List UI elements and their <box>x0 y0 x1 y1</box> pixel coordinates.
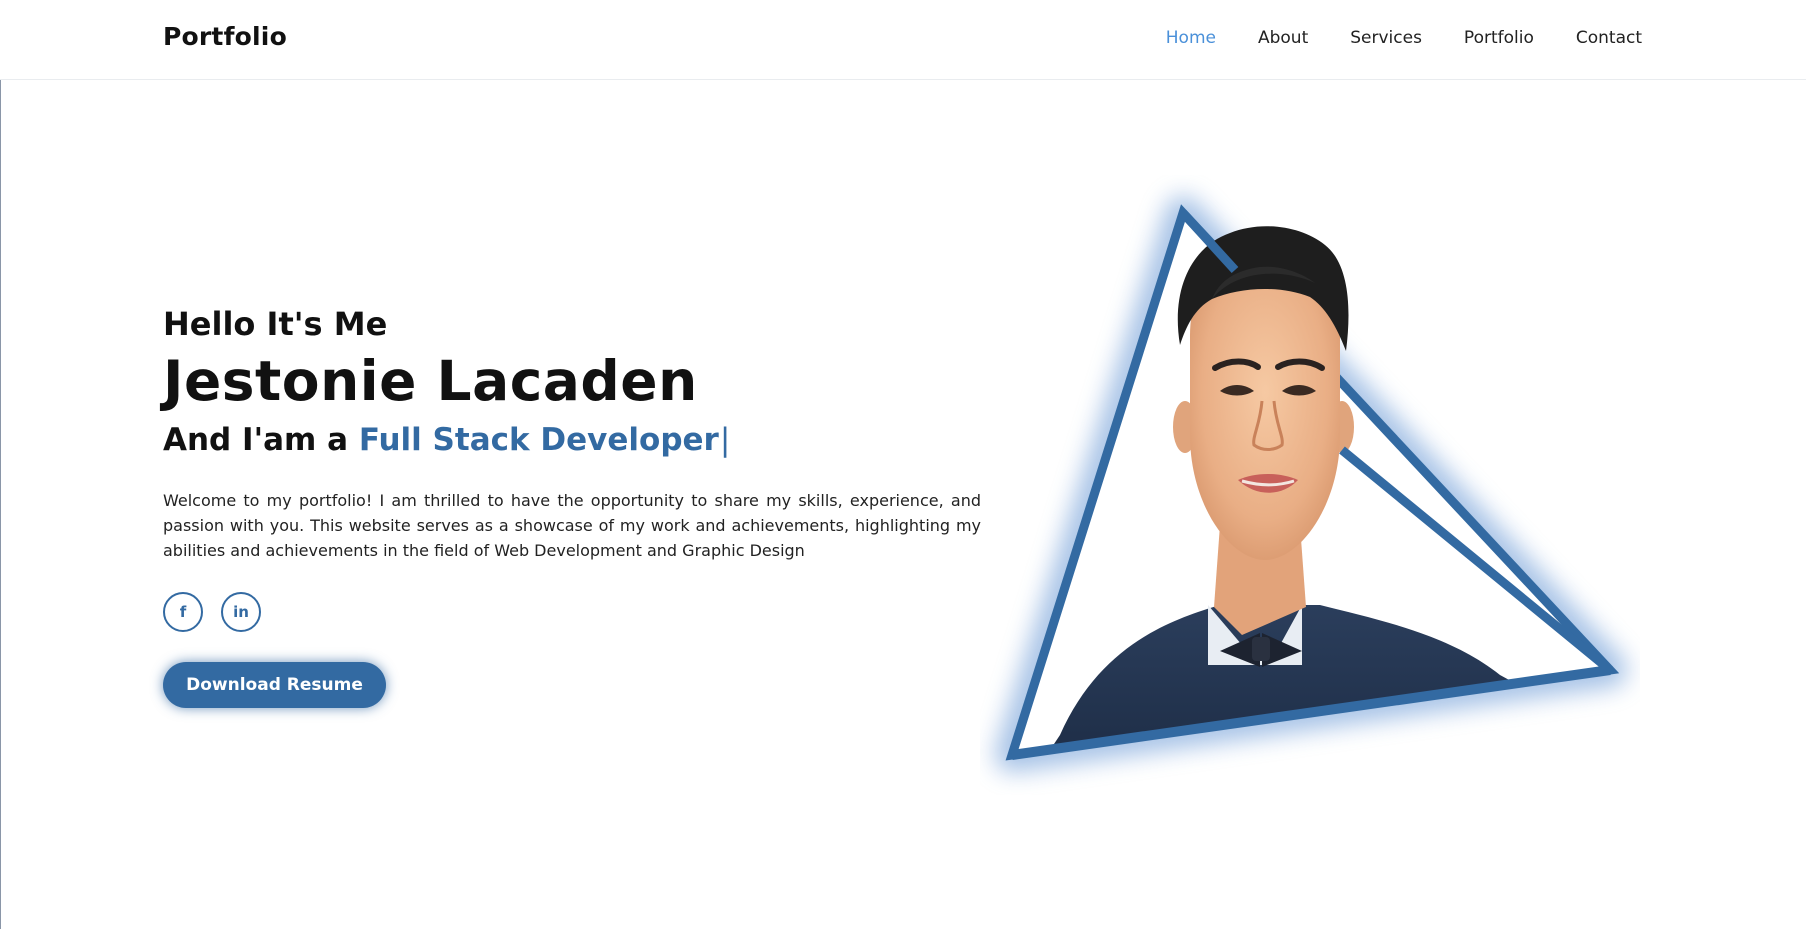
site-header: Portfolio Home About Services Portfolio … <box>0 0 1806 80</box>
hero-name: Jestonie Lacaden <box>163 349 698 413</box>
linkedin-icon[interactable]: in <box>221 592 261 632</box>
download-resume-button[interactable]: Download Resume <box>163 662 386 708</box>
nav-link-about[interactable]: About <box>1258 28 1308 48</box>
profile-illustration <box>995 196 1627 772</box>
role-prefix: And I'am a <box>163 422 349 458</box>
hero-role-line: And I'am a Full Stack Developer| <box>163 418 981 462</box>
hero-intro: Welcome to my portfolio! I am thrilled t… <box>163 491 981 560</box>
typing-cursor: | <box>719 422 731 458</box>
nav-link-services[interactable]: Services <box>1350 28 1422 48</box>
nav-link-home[interactable]: Home <box>1166 28 1216 48</box>
nav-link-contact[interactable]: Contact <box>1576 28 1642 48</box>
site-logo[interactable]: Portfolio <box>163 22 287 51</box>
nav-link-portfolio[interactable]: Portfolio <box>1464 28 1534 48</box>
hero-content: Hello It's Me Jestonie Lacaden And I'am … <box>163 302 981 708</box>
role-text: Full Stack Developer <box>358 422 719 458</box>
profile-image <box>980 175 1640 795</box>
main-nav: Home About Services Portfolio Contact <box>1124 28 1642 48</box>
social-links: f in <box>163 592 981 632</box>
facebook-icon[interactable]: f <box>163 592 203 632</box>
hero-greeting: Hello It's Me <box>163 305 388 343</box>
